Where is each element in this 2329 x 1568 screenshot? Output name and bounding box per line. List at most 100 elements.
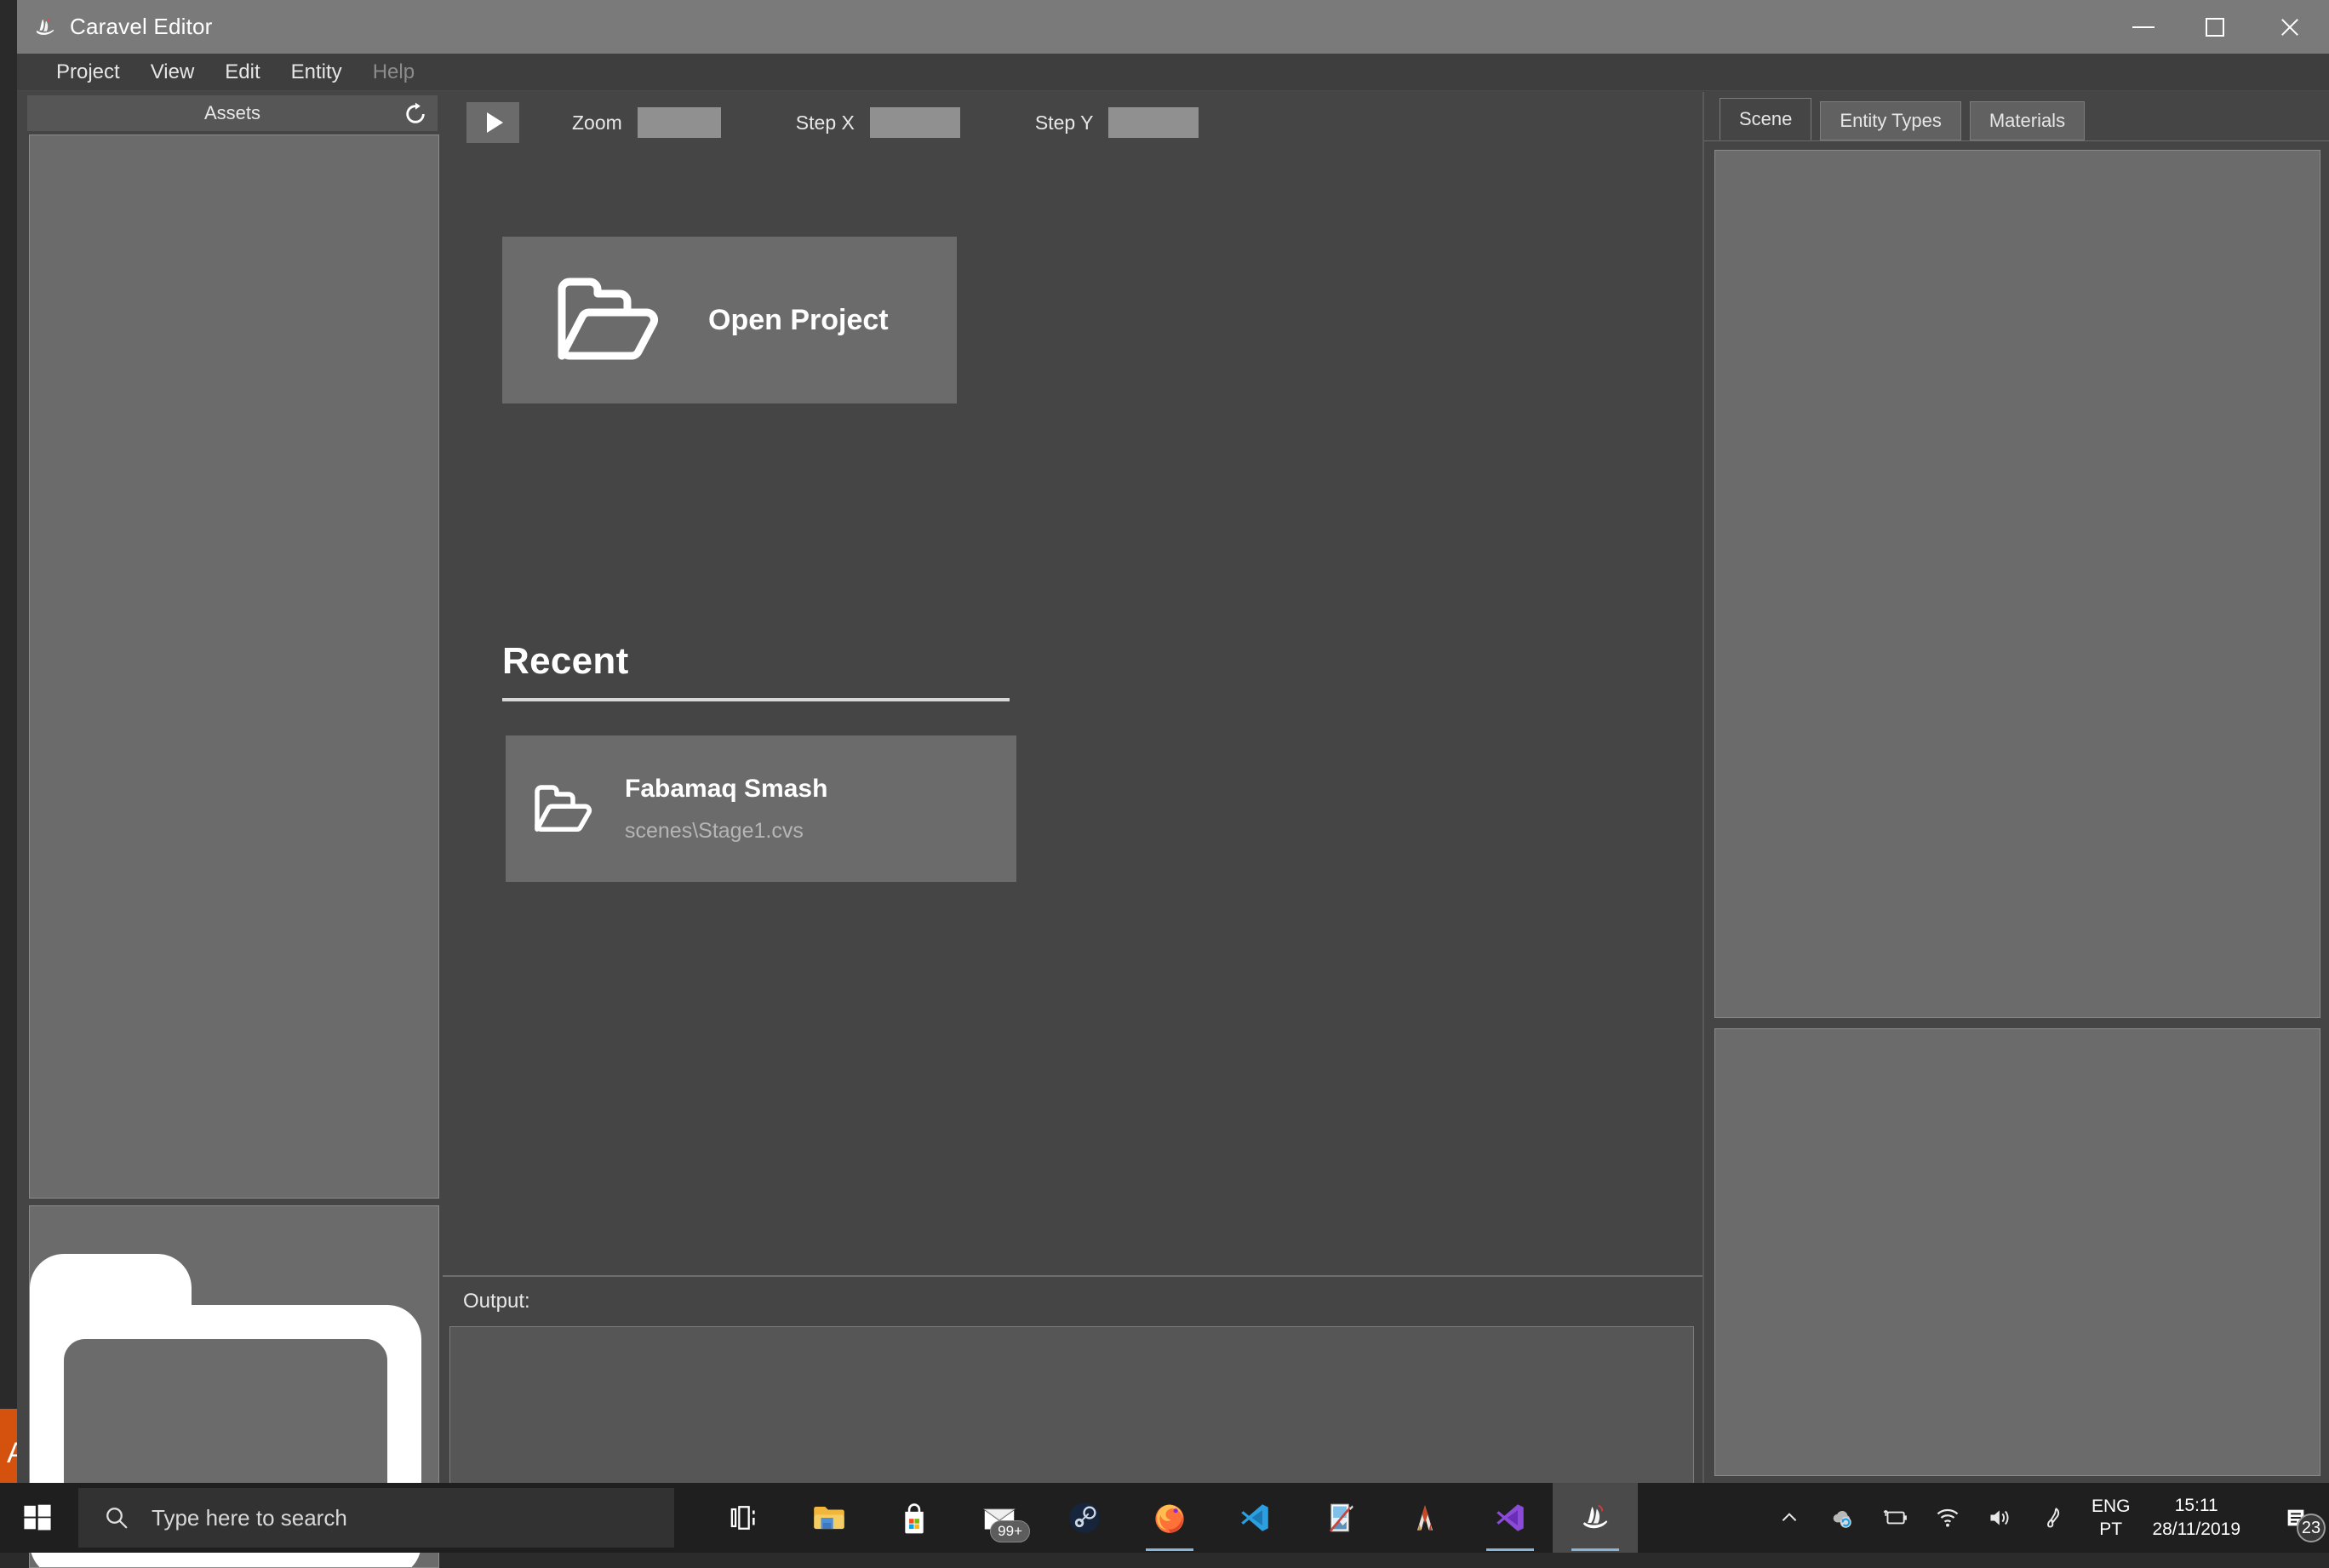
taskbar: Type here to search bbox=[0, 1483, 2329, 1553]
task-view-icon bbox=[730, 1503, 758, 1532]
main-area: Assets bbox=[17, 92, 2329, 1483]
toolbar: Zoom Step X Step Y bbox=[443, 92, 1702, 153]
folder-open-icon bbox=[555, 276, 661, 364]
show-hidden-icons-button[interactable] bbox=[1763, 1483, 1816, 1553]
assets-panel-header: Assets bbox=[27, 95, 438, 131]
window-title: Caravel Editor bbox=[70, 14, 213, 40]
step-x-input[interactable] bbox=[870, 107, 960, 138]
output-label: Output: bbox=[463, 1290, 530, 1313]
assets-panel: Assets bbox=[17, 92, 443, 1483]
onedrive-tray-button[interactable] bbox=[1816, 1483, 1868, 1553]
mail-badge: 99+ bbox=[990, 1520, 1030, 1542]
taskbar-item-firefox[interactable] bbox=[1127, 1483, 1212, 1553]
right-panel: Scene Entity Types Materials bbox=[1702, 92, 2329, 1483]
menu-item-project[interactable]: Project bbox=[41, 54, 135, 91]
battery-tray-button[interactable] bbox=[1868, 1483, 1921, 1553]
tab-scene[interactable]: Scene bbox=[1720, 98, 1811, 140]
taskbar-item-microsoft-store[interactable] bbox=[872, 1483, 957, 1553]
tab-entity-types[interactable]: Entity Types bbox=[1820, 101, 1960, 140]
vscode-icon bbox=[1239, 1502, 1270, 1533]
search-placeholder: Type here to search bbox=[152, 1505, 347, 1531]
menu-item-entity[interactable]: Entity bbox=[276, 54, 358, 91]
taskbar-item-caravel-editor[interactable] bbox=[1553, 1483, 1638, 1553]
open-project-button[interactable]: Open Project bbox=[502, 237, 957, 403]
recent-project-title: Fabamaq Smash bbox=[625, 775, 827, 804]
maximize-button[interactable] bbox=[2179, 0, 2251, 54]
close-icon bbox=[2279, 16, 2301, 38]
play-icon bbox=[487, 112, 503, 133]
wifi-icon bbox=[1935, 1507, 1960, 1529]
minimize-icon bbox=[2132, 26, 2154, 28]
recent-project-item[interactable]: Fabamaq Smash scenes\Stage1.cvs bbox=[506, 735, 1016, 882]
maximize-icon bbox=[2206, 18, 2224, 37]
step-y-input[interactable] bbox=[1108, 107, 1199, 138]
firefox-icon bbox=[1153, 1502, 1186, 1534]
titlebar[interactable]: Caravel Editor bbox=[17, 0, 2329, 54]
output-header: Output: bbox=[443, 1277, 1702, 1326]
step-x-label: Step X bbox=[796, 112, 855, 134]
taskbar-item-task-view[interactable] bbox=[701, 1483, 787, 1553]
chevron-up-icon bbox=[1778, 1507, 1800, 1529]
start-button[interactable] bbox=[0, 1483, 75, 1553]
close-button[interactable] bbox=[2251, 0, 2329, 54]
visual-studio-icon bbox=[1495, 1502, 1525, 1533]
onedrive-sync-icon bbox=[1829, 1507, 1855, 1529]
clock[interactable]: 15:11 28/11/2019 bbox=[2152, 1494, 2240, 1542]
taskbar-search-box[interactable]: Type here to search bbox=[78, 1488, 674, 1548]
taskbar-app-icons: 99+ bbox=[701, 1483, 1638, 1553]
recent-project-text: Fabamaq Smash scenes\Stage1.cvs bbox=[625, 775, 827, 844]
recent-heading: Recent bbox=[502, 640, 629, 683]
zoom-label: Zoom bbox=[572, 112, 622, 134]
output-textarea[interactable] bbox=[449, 1326, 1694, 1485]
tab-materials[interactable]: Materials bbox=[1970, 101, 2085, 140]
battery-charging-icon bbox=[1881, 1507, 1908, 1529]
app-window: Caravel Editor Project View Edit Entity … bbox=[17, 0, 2329, 1483]
language-line-1: ENG bbox=[2092, 1495, 2131, 1518]
steam-icon bbox=[1068, 1502, 1101, 1534]
taskbar-item-mtg-arena[interactable] bbox=[1382, 1483, 1468, 1553]
welcome-pane: Open Project Recent Fabamaq Smash scenes… bbox=[443, 153, 1702, 1275]
caravel-ship-logo-icon bbox=[1579, 1502, 1611, 1534]
menu-item-view[interactable]: View bbox=[135, 54, 210, 91]
action-center-button[interactable]: 23 bbox=[2263, 1483, 2329, 1553]
folder-open-small-icon bbox=[533, 783, 594, 834]
zoom-input[interactable] bbox=[638, 107, 721, 138]
inspector-pane[interactable] bbox=[1714, 1028, 2320, 1476]
refresh-icon bbox=[403, 102, 427, 126]
play-button[interactable] bbox=[466, 102, 519, 143]
assets-tree-view[interactable] bbox=[29, 134, 439, 1199]
arena-icon bbox=[1410, 1502, 1440, 1533]
speaker-icon bbox=[1988, 1507, 2013, 1529]
stylus-icon bbox=[2041, 1506, 2065, 1530]
step-y-label: Step Y bbox=[1035, 112, 1094, 134]
taskbar-item-steam[interactable] bbox=[1042, 1483, 1127, 1553]
recent-project-path: scenes\Stage1.cvs bbox=[625, 819, 827, 844]
menu-item-edit[interactable]: Edit bbox=[209, 54, 275, 91]
minimize-button[interactable] bbox=[2108, 0, 2179, 54]
taskbar-item-visual-studio[interactable] bbox=[1468, 1483, 1553, 1553]
step-x-field-group: Step X bbox=[796, 107, 1035, 138]
pen-tray-button[interactable] bbox=[2027, 1483, 2080, 1553]
assets-panel-title: Assets bbox=[204, 102, 260, 124]
language-line-2: PT bbox=[2099, 1518, 2122, 1541]
zoom-field-group: Zoom bbox=[572, 107, 796, 138]
volume-tray-button[interactable] bbox=[1974, 1483, 2027, 1553]
paint-icon bbox=[1325, 1502, 1355, 1533]
menubar: Project View Edit Entity Help bbox=[17, 54, 2329, 91]
system-tray: ENG PT 15:11 28/11/2019 23 bbox=[1763, 1483, 2329, 1553]
notification-count-badge: 23 bbox=[2297, 1514, 2326, 1542]
language-indicator[interactable]: ENG PT bbox=[2092, 1495, 2131, 1542]
window-controls bbox=[2108, 0, 2329, 54]
windows-start-icon bbox=[23, 1503, 52, 1532]
search-icon bbox=[104, 1505, 129, 1531]
clock-date: 28/11/2019 bbox=[2152, 1518, 2240, 1542]
refresh-button[interactable] bbox=[400, 99, 431, 129]
network-tray-button[interactable] bbox=[1921, 1483, 1974, 1553]
taskbar-item-file-explorer[interactable] bbox=[787, 1483, 872, 1553]
center-area: Zoom Step X Step Y bbox=[443, 92, 1702, 1483]
clock-time: 15:11 bbox=[2175, 1494, 2218, 1518]
taskbar-item-visual-studio-code[interactable] bbox=[1212, 1483, 1297, 1553]
taskbar-item-paint[interactable] bbox=[1297, 1483, 1382, 1553]
taskbar-item-mail[interactable]: 99+ bbox=[957, 1483, 1042, 1553]
scene-hierarchy-list[interactable] bbox=[1714, 150, 2320, 1018]
